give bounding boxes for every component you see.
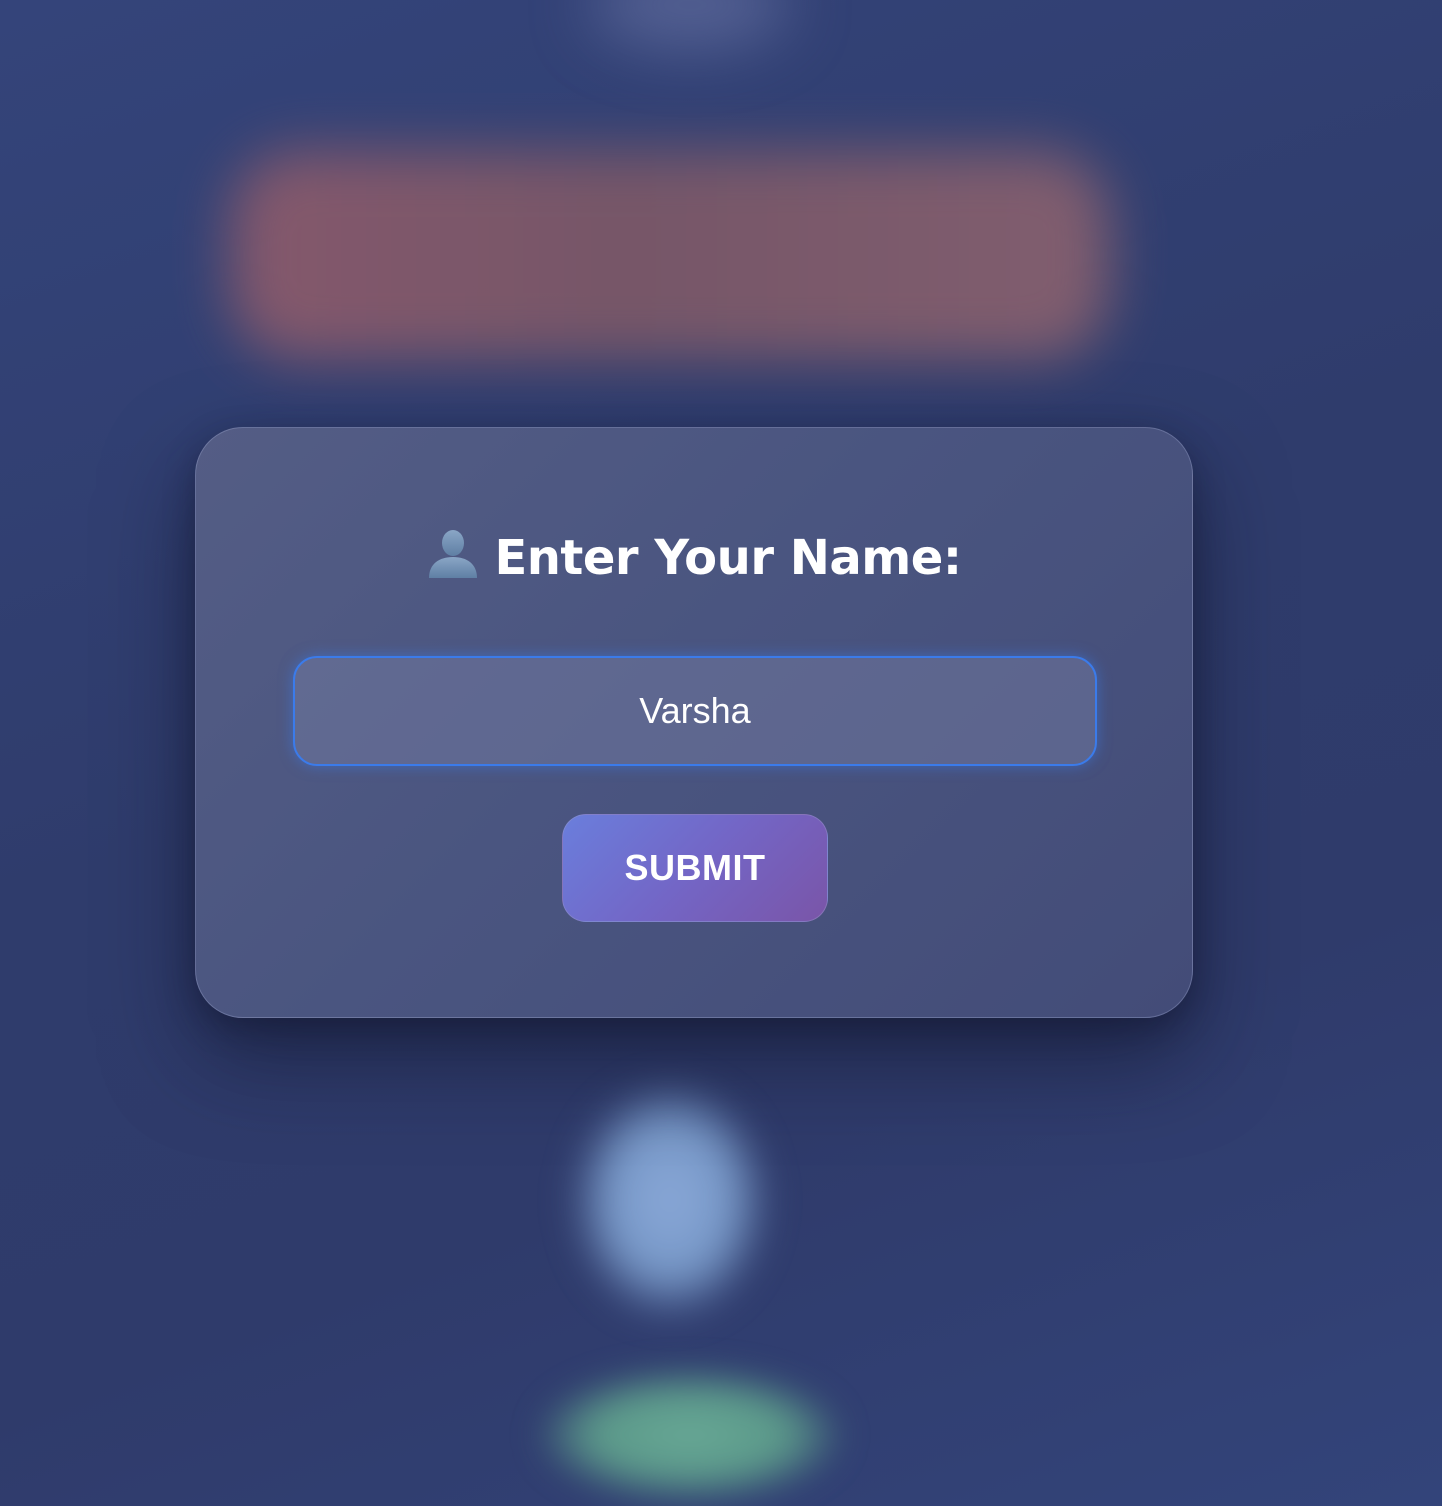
form-title: Enter Your Name:: [196, 528, 1192, 590]
background-blurred-green-shape: [540, 1370, 840, 1500]
name-input[interactable]: [293, 656, 1097, 766]
person-silhouette-icon: [426, 528, 480, 590]
background-blurred-red-shape: [230, 150, 1110, 360]
background-blurred-blue-shape: [575, 1085, 765, 1315]
submit-button[interactable]: SUBMIT: [562, 814, 828, 922]
form-title-text: Enter Your Name:: [494, 530, 962, 586]
name-form-card: Enter Your Name: SUBMIT: [195, 427, 1193, 1018]
background-glow-top: [590, 0, 790, 50]
